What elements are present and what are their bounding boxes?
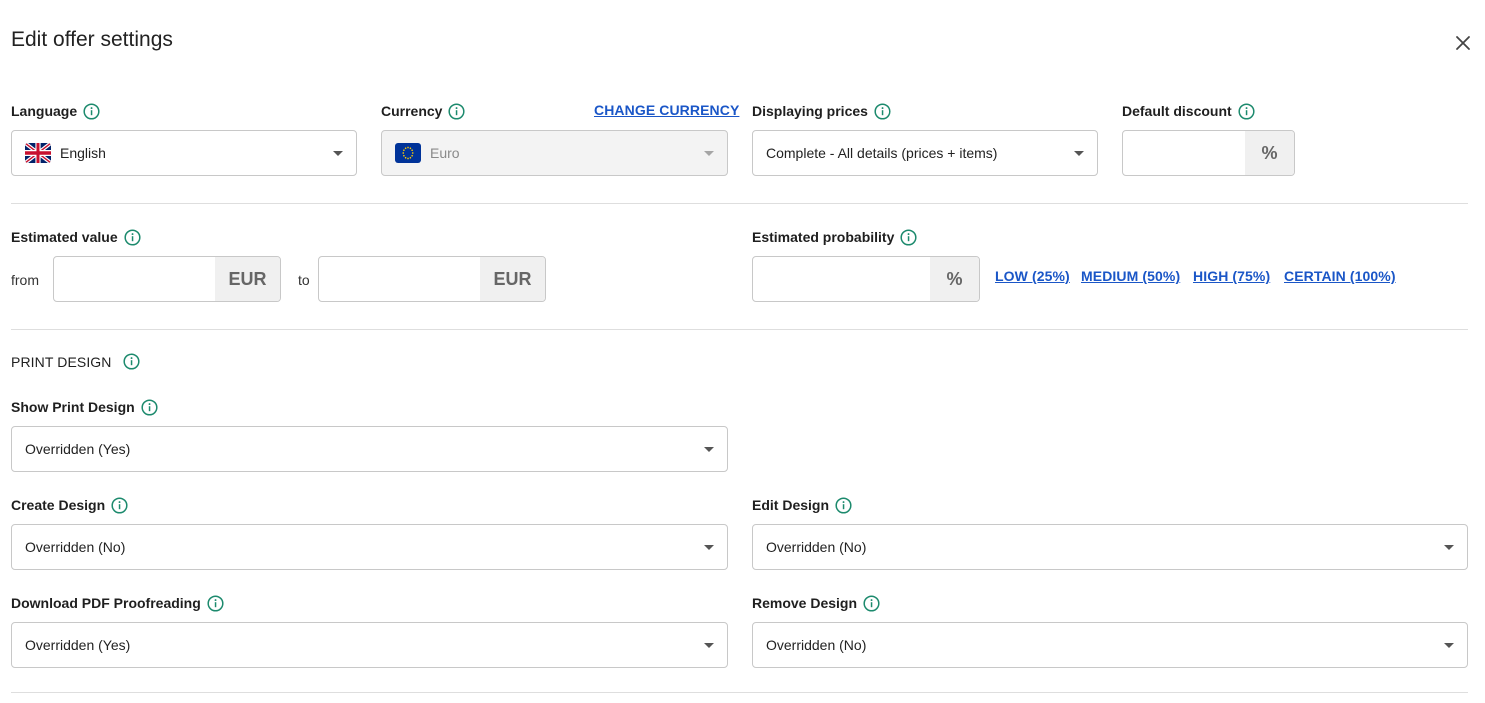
info-icon[interactable] — [1238, 103, 1255, 120]
displaying-prices-value: Complete - All details (prices + items) — [766, 145, 998, 161]
edit-design-label: Edit Design — [752, 495, 852, 515]
info-icon[interactable] — [900, 229, 917, 246]
divider — [11, 203, 1468, 204]
probability-preset-certain[interactable]: CERTAIN (100%) — [1284, 268, 1396, 284]
estimated-probability-label: Estimated probability — [752, 227, 917, 247]
default-discount-field: % — [1122, 130, 1295, 176]
close-button[interactable] — [1450, 30, 1476, 56]
divider — [11, 329, 1468, 330]
create-design-label: Create Design — [11, 495, 128, 515]
edit-design-value: Overridden (No) — [766, 539, 867, 555]
chevron-down-icon — [704, 447, 714, 452]
language-value: English — [60, 145, 106, 161]
estimated-probability-input[interactable] — [753, 257, 930, 301]
language-label: Language — [11, 101, 100, 121]
chevron-down-icon — [1074, 151, 1084, 156]
close-icon — [1456, 36, 1470, 50]
language-select[interactable]: English — [11, 130, 357, 176]
probability-preset-low[interactable]: LOW (25%) — [995, 268, 1070, 284]
create-design-value: Overridden (No) — [25, 539, 126, 555]
percent-addon: % — [1245, 131, 1294, 175]
remove-design-select[interactable]: Overridden (No) — [752, 622, 1468, 668]
estimated-value-from-input[interactable] — [54, 257, 215, 301]
default-discount-label: Default discount — [1122, 101, 1255, 121]
info-icon[interactable] — [874, 103, 891, 120]
chevron-down-icon — [333, 151, 343, 156]
download-pdf-proofreading-value: Overridden (Yes) — [25, 637, 131, 653]
displaying-prices-label: Displaying prices — [752, 101, 891, 121]
default-discount-input[interactable] — [1123, 131, 1245, 175]
currency-addon: EUR — [480, 257, 545, 301]
estimated-value-from-field: EUR — [53, 256, 281, 302]
print-design-section-title: PRINT DESIGN — [11, 353, 140, 370]
info-icon[interactable] — [83, 103, 100, 120]
info-icon[interactable] — [863, 595, 880, 612]
chevron-down-icon — [704, 545, 714, 550]
from-label: from — [11, 272, 39, 288]
chevron-down-icon — [1444, 643, 1454, 648]
dialog-title: Edit offer settings — [11, 28, 173, 51]
percent-addon: % — [930, 257, 979, 301]
download-pdf-proofreading-label: Download PDF Proofreading — [11, 593, 224, 613]
estimated-value-to-input[interactable] — [319, 257, 480, 301]
estimated-probability-field: % — [752, 256, 980, 302]
chevron-down-icon — [704, 643, 714, 648]
chevron-down-icon — [704, 151, 714, 156]
estimated-value-label: Estimated value — [11, 227, 141, 247]
displaying-prices-select[interactable]: Complete - All details (prices + items) — [752, 130, 1098, 176]
divider — [11, 692, 1468, 693]
probability-preset-medium[interactable]: MEDIUM (50%) — [1081, 268, 1180, 284]
chevron-down-icon — [1444, 545, 1454, 550]
remove-design-label: Remove Design — [752, 593, 880, 613]
info-icon[interactable] — [835, 497, 852, 514]
change-currency-link[interactable]: CHANGE CURRENCY — [594, 102, 739, 118]
currency-select: Euro — [381, 130, 728, 176]
info-icon[interactable] — [207, 595, 224, 612]
probability-preset-high[interactable]: HIGH (75%) — [1193, 268, 1270, 284]
eu-flag-icon — [395, 143, 421, 163]
info-icon[interactable] — [124, 229, 141, 246]
create-design-select[interactable]: Overridden (No) — [11, 524, 728, 570]
currency-label: Currency — [381, 101, 465, 121]
info-icon[interactable] — [448, 103, 465, 120]
show-print-design-select[interactable]: Overridden (Yes) — [11, 426, 728, 472]
info-icon[interactable] — [123, 353, 140, 370]
remove-design-value: Overridden (No) — [766, 637, 867, 653]
currency-addon: EUR — [215, 257, 280, 301]
estimated-value-to-field: EUR — [318, 256, 546, 302]
info-icon[interactable] — [141, 399, 158, 416]
show-print-design-value: Overridden (Yes) — [25, 441, 131, 457]
uk-flag-icon — [25, 143, 51, 163]
to-label: to — [298, 272, 310, 288]
currency-value: Euro — [430, 145, 460, 161]
show-print-design-label: Show Print Design — [11, 397, 158, 417]
download-pdf-proofreading-select[interactable]: Overridden (Yes) — [11, 622, 728, 668]
edit-design-select[interactable]: Overridden (No) — [752, 524, 1468, 570]
info-icon[interactable] — [111, 497, 128, 514]
